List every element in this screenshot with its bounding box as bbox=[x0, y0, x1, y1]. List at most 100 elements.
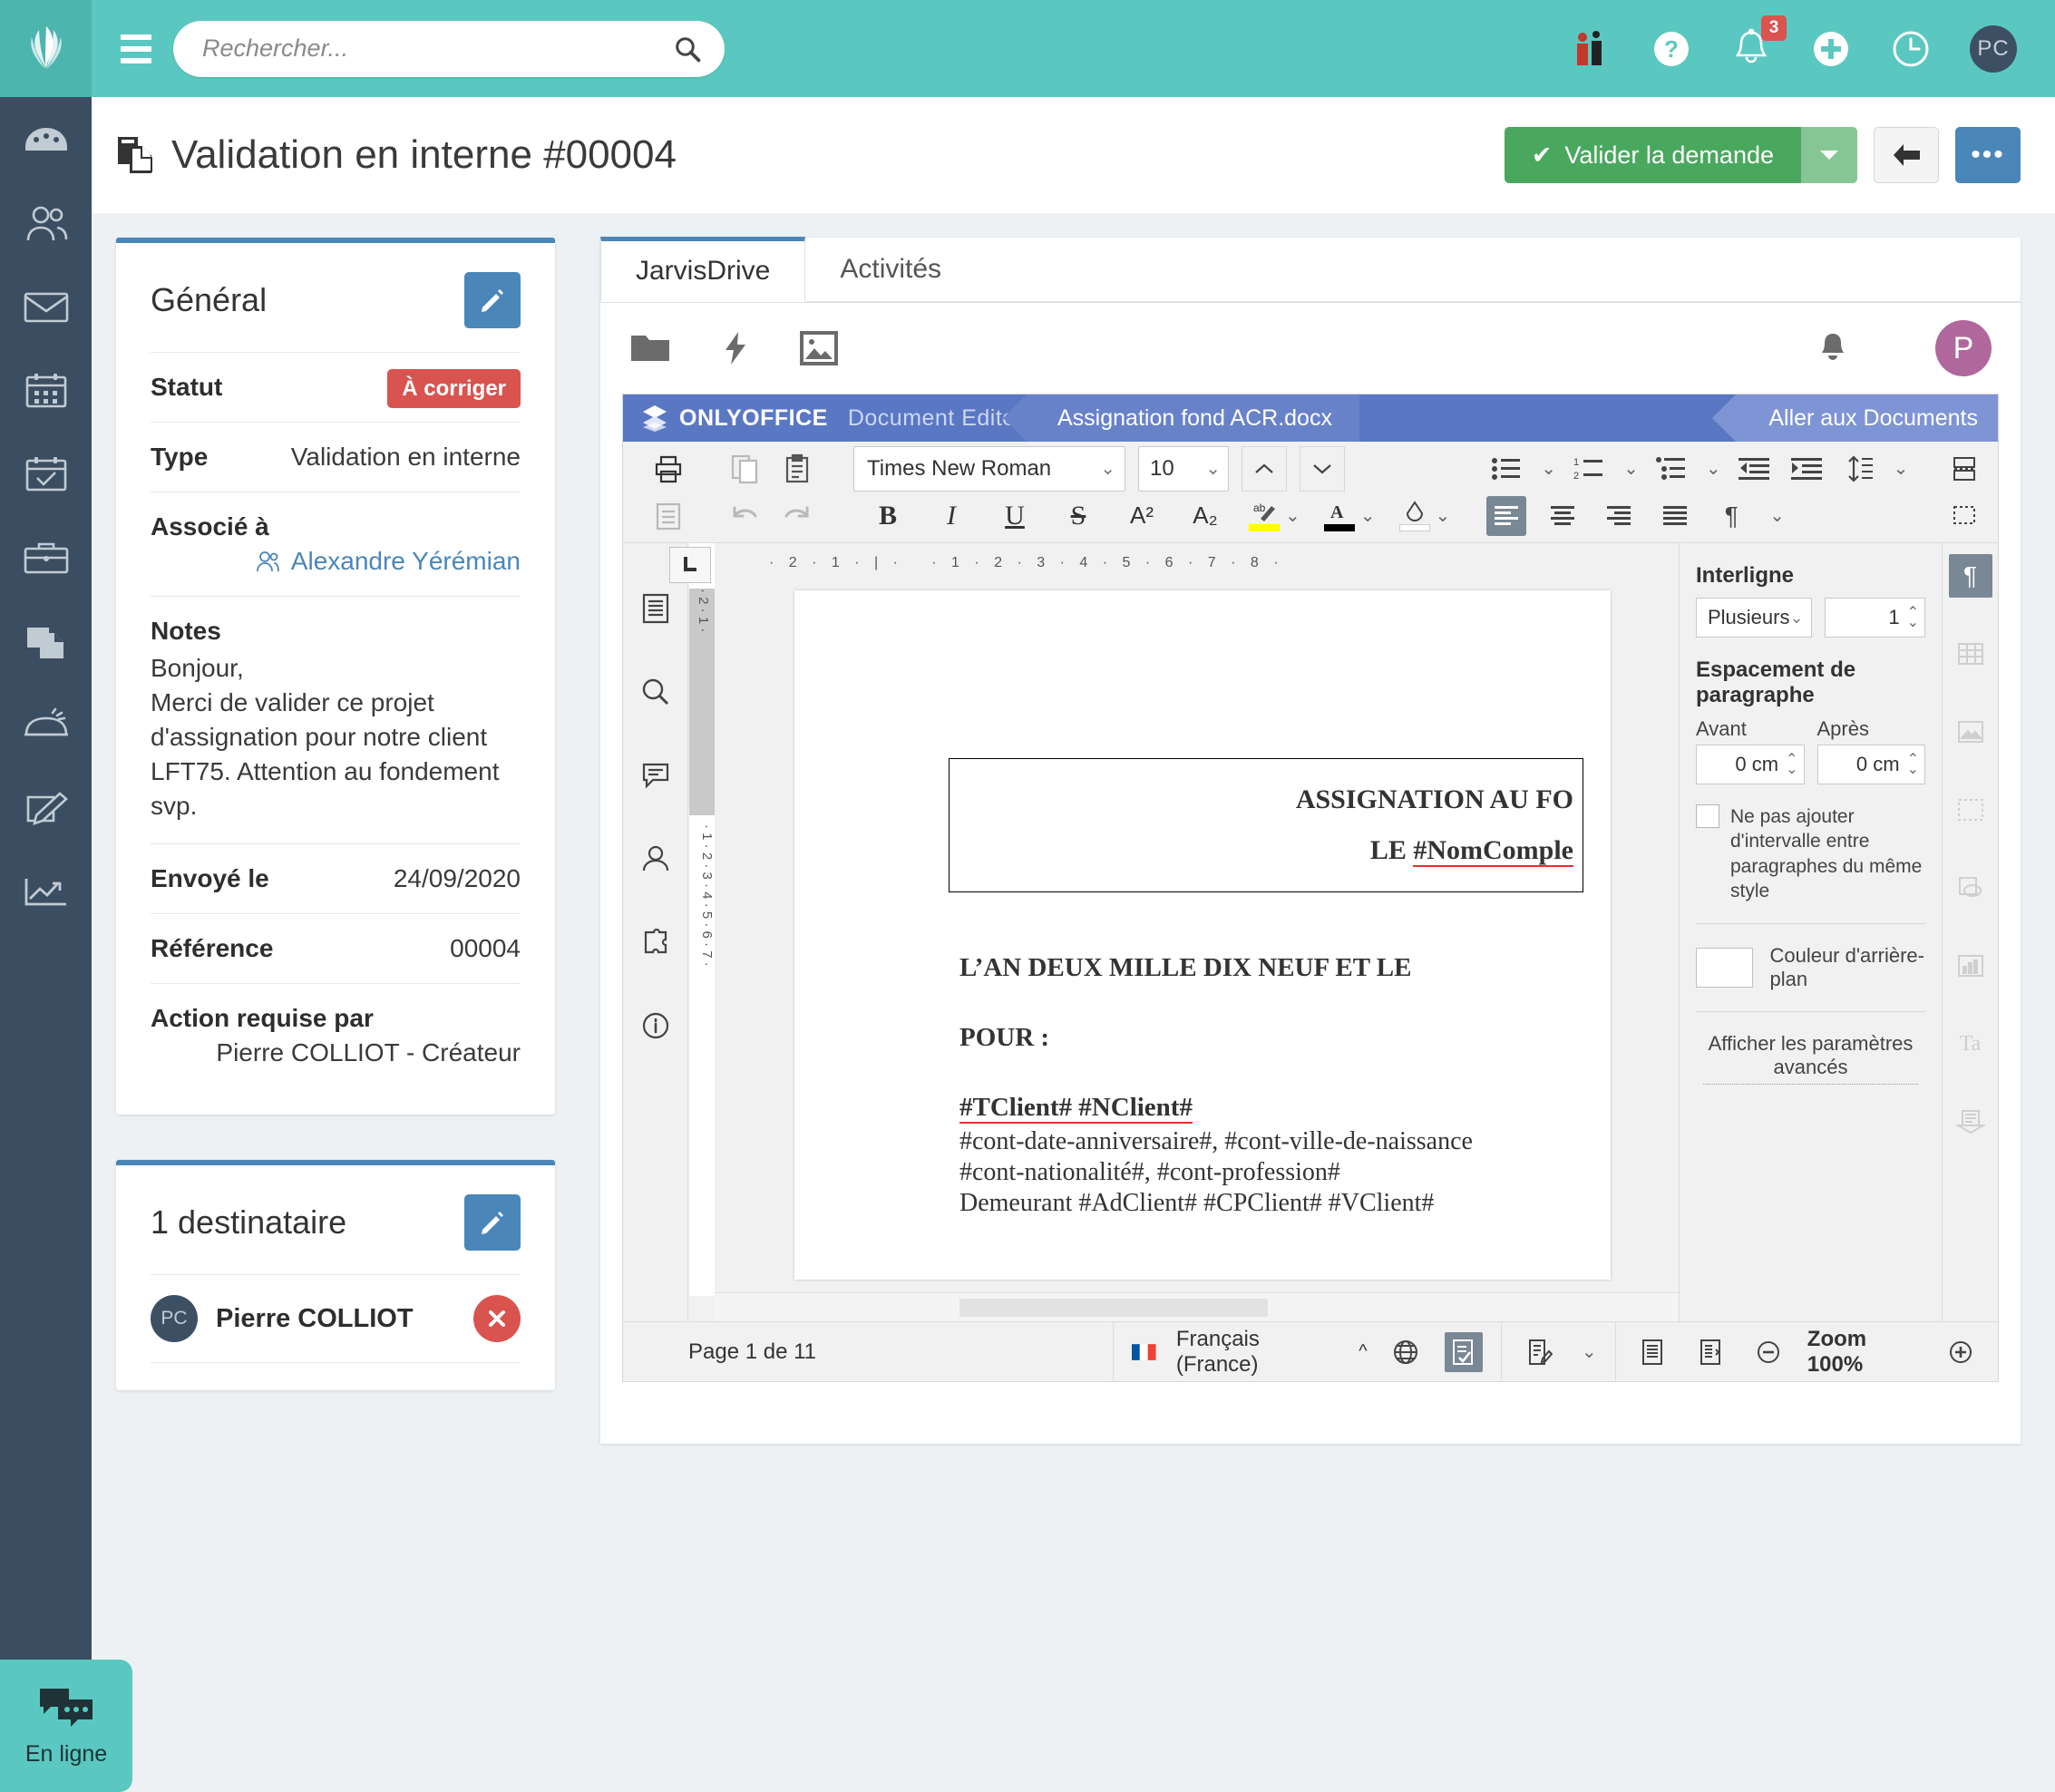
back-button[interactable] bbox=[1874, 127, 1939, 183]
font-family-select[interactable]: Times New Roman ⌄ bbox=[853, 445, 1125, 492]
mail-merge-icon[interactable] bbox=[1949, 1100, 1992, 1144]
track-changes-icon[interactable] bbox=[1520, 1332, 1560, 1372]
bell-icon[interactable]: 3 bbox=[1730, 15, 1787, 70]
sidebar-item-mail[interactable] bbox=[22, 286, 71, 329]
horizontal-ruler[interactable]: · 2 · 1 · | · · 1 · 2 · 3 · 4 · 5 · 6 · … bbox=[715, 543, 1735, 583]
line-spacing-icon[interactable] bbox=[1839, 449, 1879, 489]
fit-page-icon[interactable] bbox=[1634, 1332, 1672, 1372]
line-spacing-value-input[interactable]: 1 ⌃ ⌄ bbox=[1824, 598, 1925, 638]
background-color-swatch[interactable] bbox=[1696, 948, 1754, 989]
tab-activites[interactable]: Activités bbox=[805, 238, 977, 302]
highlight-color-button[interactable]: ab bbox=[1249, 501, 1280, 531]
search-field[interactable] bbox=[173, 20, 725, 77]
vertical-ruler[interactable]: · 2 · 1 · · 1 · 2 · 3 · 4 · 5 · 6 · 7 · bbox=[669, 543, 715, 1296]
chat-widget[interactable]: En ligne bbox=[0, 1660, 132, 1792]
decrease-indent-icon[interactable] bbox=[1734, 449, 1774, 489]
edit-general-button[interactable] bbox=[464, 272, 521, 328]
spinner-icon[interactable]: ⌃ ⌄ bbox=[1907, 605, 1919, 629]
sidebar-item-documents[interactable] bbox=[22, 619, 71, 663]
spellcheck-icon[interactable] bbox=[1445, 1331, 1483, 1372]
sidebar-item-notes[interactable] bbox=[22, 786, 71, 830]
line-spacing-mode-select[interactable]: Plusieurs ⌄ bbox=[1696, 598, 1812, 638]
zoom-out-icon[interactable] bbox=[1749, 1332, 1787, 1372]
edit-recipients-button[interactable] bbox=[464, 1194, 521, 1251]
chevron-down-icon[interactable]: ⌄ bbox=[1285, 504, 1300, 527]
clock-icon[interactable] bbox=[1890, 28, 1932, 70]
search-input[interactable] bbox=[173, 20, 725, 77]
clear-style-button[interactable] bbox=[1398, 500, 1430, 531]
increase-indent-icon[interactable] bbox=[1787, 449, 1826, 489]
document-tab[interactable]: Assignation fond ACR.docx bbox=[1003, 394, 1359, 442]
plus-circle-icon[interactable] bbox=[1810, 28, 1852, 70]
search-icon[interactable] bbox=[674, 35, 701, 63]
spinner-icon[interactable]: ⌃ ⌄ bbox=[1907, 752, 1919, 776]
remove-recipient-button[interactable] bbox=[473, 1295, 521, 1343]
show-advanced-settings-link[interactable]: Afficher les paramètres avancés bbox=[1703, 1032, 1918, 1086]
page-break-icon[interactable] bbox=[1944, 449, 1984, 489]
spacing-after-input[interactable]: 0 cm ⌃ ⌄ bbox=[1816, 745, 1925, 784]
comments-icon[interactable] bbox=[636, 755, 676, 795]
go-to-documents-link[interactable]: Aller aux Documents bbox=[1712, 394, 1998, 442]
lightning-icon[interactable] bbox=[722, 330, 749, 366]
strikethrough-button[interactable]: S bbox=[1058, 496, 1098, 536]
bold-button[interactable]: B bbox=[868, 496, 908, 536]
avatar[interactable]: PC bbox=[1970, 24, 2017, 73]
chevron-down-icon[interactable]: ⌄ bbox=[1541, 457, 1556, 480]
spinner-icon[interactable]: ⌃ ⌄ bbox=[1786, 752, 1797, 776]
navigation-icon[interactable] bbox=[636, 589, 676, 628]
chevron-down-icon[interactable]: ⌄ bbox=[1769, 504, 1785, 527]
language-label[interactable]: Français (France) bbox=[1176, 1327, 1339, 1378]
sidebar-item-dashboard[interactable] bbox=[22, 119, 71, 162]
shape-settings-icon[interactable] bbox=[1949, 866, 1992, 910]
document-horizontal-scrollbar[interactable] bbox=[715, 1292, 1733, 1323]
hamburger-icon[interactable] bbox=[108, 34, 164, 63]
pilcrow-icon[interactable]: pilcrow-icon¶ bbox=[1711, 496, 1751, 536]
scrollbar-thumb[interactable] bbox=[959, 1299, 1268, 1317]
user-icon[interactable] bbox=[636, 839, 676, 879]
more-actions-button[interactable]: ••• bbox=[1955, 127, 2021, 183]
sidebar-item-drive[interactable] bbox=[22, 703, 71, 746]
tab-jarvisdrive[interactable]: JarvisDrive bbox=[600, 237, 806, 302]
no-spacing-checkbox-row[interactable]: Ne pas ajouter d'intervalle entre paragr… bbox=[1696, 804, 1925, 903]
text-art-settings-icon[interactable]: Ta bbox=[1949, 1022, 1992, 1066]
bell-icon[interactable] bbox=[1817, 331, 1848, 365]
italic-button[interactable]: I bbox=[931, 496, 971, 536]
align-left-icon[interactable] bbox=[1486, 495, 1527, 536]
image-icon[interactable] bbox=[800, 331, 838, 365]
globe-icon[interactable] bbox=[1388, 1332, 1426, 1372]
copy-icon[interactable] bbox=[725, 449, 765, 489]
fit-width-icon[interactable] bbox=[1691, 1332, 1729, 1372]
chevron-down-icon[interactable]: ⌄ bbox=[1623, 457, 1639, 480]
chevron-down-icon[interactable]: ⌄ bbox=[1894, 457, 1909, 480]
save-icon[interactable] bbox=[648, 496, 688, 536]
validate-request-button[interactable]: ✔ Valider la demande bbox=[1504, 127, 1801, 183]
no-spacing-checkbox[interactable] bbox=[1696, 804, 1719, 828]
sidebar-item-contacts[interactable] bbox=[22, 202, 71, 246]
sidebar-item-calendar[interactable] bbox=[22, 369, 71, 413]
align-right-icon[interactable] bbox=[1599, 496, 1639, 536]
search-icon[interactable] bbox=[636, 672, 676, 712]
paste-icon[interactable] bbox=[777, 449, 817, 489]
header-footer-settings-icon[interactable] bbox=[1949, 788, 1992, 832]
underline-button[interactable]: U bbox=[995, 496, 1035, 536]
chart-settings-icon[interactable] bbox=[1949, 944, 1992, 988]
font-size-select[interactable]: 10 ⌄ bbox=[1138, 445, 1229, 492]
sidebar-item-briefcase[interactable] bbox=[22, 536, 71, 579]
sidebar-item-tasks[interactable] bbox=[22, 453, 71, 496]
folder-icon[interactable] bbox=[629, 332, 671, 365]
numbered-list-icon[interactable]: 12 bbox=[1569, 449, 1609, 489]
decrease-font-size-button[interactable] bbox=[1300, 445, 1345, 492]
subscript-button[interactable]: A₂ bbox=[1185, 496, 1225, 536]
print-icon[interactable] bbox=[648, 449, 688, 489]
multilevel-list-icon[interactable] bbox=[1651, 449, 1691, 489]
increase-font-size-button[interactable] bbox=[1242, 445, 1287, 492]
document-scroll-area[interactable]: · 2 · 1 · | · · 1 · 2 · 3 · 4 · 5 · 6 · … bbox=[715, 543, 1735, 1292]
chevron-down-icon[interactable]: ⌄ bbox=[1582, 1340, 1597, 1363]
font-color-button[interactable]: A bbox=[1323, 501, 1355, 531]
language-caret-icon[interactable]: ^ bbox=[1359, 1341, 1367, 1362]
plugins-icon[interactable] bbox=[636, 922, 676, 962]
superscript-button[interactable]: A² bbox=[1122, 496, 1162, 536]
associated-contact-link[interactable]: Alexandre Yérémian bbox=[151, 547, 521, 576]
bullet-list-icon[interactable] bbox=[1486, 449, 1526, 489]
sidebar-item-reports[interactable] bbox=[22, 870, 71, 913]
